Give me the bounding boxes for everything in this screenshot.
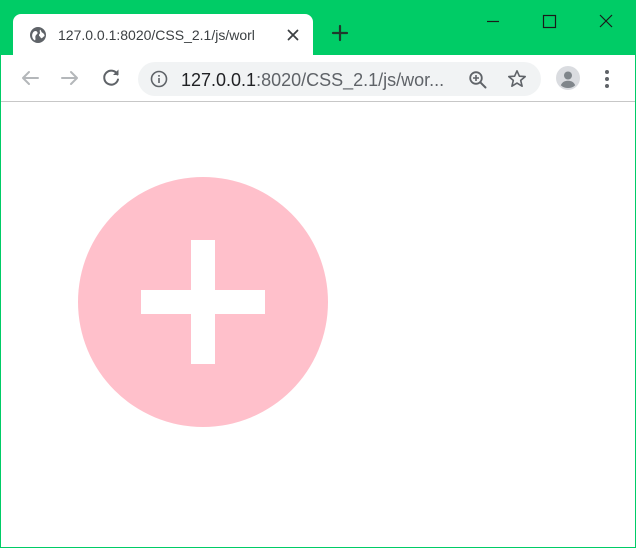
- browser-tab[interactable]: 127.0.0.1:8020/CSS_2.1/js/worl: [13, 14, 313, 55]
- tab-title: 127.0.0.1:8020/CSS_2.1/js/worl: [58, 27, 255, 43]
- page-content: [1, 102, 635, 547]
- window-close-button[interactable]: [594, 9, 618, 33]
- new-tab-button[interactable]: [330, 23, 350, 43]
- forward-arrow-icon[interactable]: [58, 66, 82, 90]
- star-icon[interactable]: [507, 69, 527, 89]
- more-vert-icon[interactable]: [597, 67, 617, 91]
- back-arrow-icon[interactable]: [18, 66, 42, 90]
- zoom-in-icon[interactable]: [468, 70, 488, 90]
- globe-icon: [30, 27, 46, 43]
- title-bar: 127.0.0.1:8020/CSS_2.1/js/worl: [1, 1, 635, 55]
- avatar-icon[interactable]: [556, 66, 580, 90]
- reload-icon[interactable]: [99, 66, 123, 90]
- browser-toolbar: 127.0.0.1:8020/CSS_2.1/js/wor...: [1, 55, 635, 102]
- url-host: 127.0.0.1: [181, 70, 257, 90]
- close-icon[interactable]: [285, 27, 301, 43]
- minimize-button[interactable]: [481, 9, 505, 33]
- maximize-button[interactable]: [537, 9, 561, 33]
- address-bar[interactable]: 127.0.0.1:8020/CSS_2.1/js/wor...: [138, 62, 541, 96]
- plus-icon: [191, 240, 215, 364]
- url-text[interactable]: 127.0.0.1:8020/CSS_2.1/js/wor...: [181, 70, 451, 90]
- info-icon[interactable]: [150, 70, 168, 88]
- add-button[interactable]: [78, 177, 328, 427]
- url-path: :8020/CSS_2.1/js/wor...: [256, 70, 445, 90]
- browser-window: 127.0.0.1:8020/CSS_2.1/js/worl 127.0.0.1…: [0, 0, 636, 548]
